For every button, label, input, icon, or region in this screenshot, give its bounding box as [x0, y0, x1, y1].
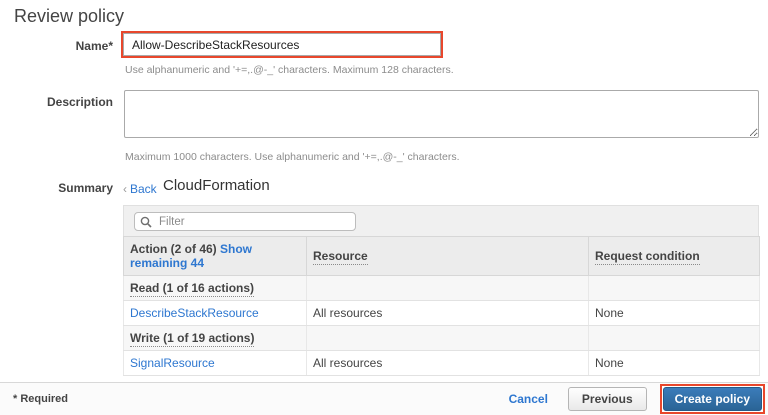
request-condition-cell: None [589, 301, 760, 326]
name-label: Name* [0, 39, 113, 53]
footer-action-bar: * Required Cancel Previous Create policy [0, 382, 768, 415]
action-link-describe-stack-resource[interactable]: DescribeStackResource [130, 306, 259, 320]
chevron-left-icon: ‹ [123, 182, 127, 196]
column-header-resource: Resource [307, 237, 589, 276]
filter-bar [123, 205, 759, 236]
table-row: SignalResource All resources None [124, 351, 760, 376]
write-group-label: Write (1 of 19 actions) [130, 331, 254, 347]
filter-input[interactable] [134, 212, 356, 231]
action-link-signal-resource[interactable]: SignalResource [130, 356, 215, 370]
group-row-read: Read (1 of 16 actions) [124, 276, 760, 301]
policy-summary-panel: Action (2 of 46) Show remaining 44 Resou… [123, 205, 759, 376]
description-help-text: Maximum 1000 characters. Use alphanumeri… [125, 151, 459, 163]
name-input[interactable] [123, 33, 441, 56]
summary-label: Summary [0, 181, 113, 195]
table-row: DescribeStackResource All resources None [124, 301, 760, 326]
action-count-label: Action (2 of 46) [130, 242, 217, 256]
group-row-write: Write (1 of 19 actions) [124, 326, 760, 351]
create-policy-button[interactable]: Create policy [663, 387, 762, 411]
name-help-text: Use alphanumeric and '+=,.@-_' character… [125, 64, 454, 76]
resource-cell: All resources [307, 301, 589, 326]
cancel-link[interactable]: Cancel [509, 392, 548, 406]
previous-button[interactable]: Previous [568, 387, 647, 411]
back-link[interactable]: ‹Back [123, 182, 157, 196]
request-condition-cell: None [589, 351, 760, 376]
resource-cell: All resources [307, 351, 589, 376]
service-name-heading: CloudFormation [163, 177, 270, 194]
name-field-highlight-annotation [121, 31, 443, 58]
policy-summary-table: Action (2 of 46) Show remaining 44 Resou… [123, 236, 760, 376]
page-title: Review policy [14, 6, 124, 27]
required-note: * Required [13, 393, 68, 405]
create-policy-highlight-annotation: Create policy [660, 384, 765, 414]
description-textarea[interactable] [124, 90, 759, 138]
back-link-label: Back [130, 182, 157, 196]
column-header-action: Action (2 of 46) Show remaining 44 [124, 237, 307, 276]
read-group-label: Read (1 of 16 actions) [130, 281, 254, 297]
table-header-row: Action (2 of 46) Show remaining 44 Resou… [124, 237, 760, 276]
column-header-request-condition: Request condition [589, 237, 760, 276]
description-label: Description [0, 95, 113, 109]
